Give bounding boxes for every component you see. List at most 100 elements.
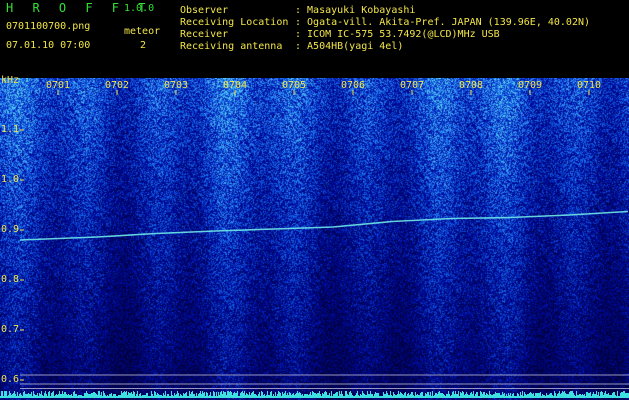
noise-floor-bar xyxy=(24,391,25,398)
x-tick-label: 0701 xyxy=(46,80,71,91)
noise-floor-bar xyxy=(320,394,321,398)
noise-floor-bar xyxy=(85,393,86,398)
noise-floor-bar xyxy=(507,396,508,398)
noise-floor-bar xyxy=(362,391,363,398)
noise-floor-bar xyxy=(315,393,316,398)
noise-floor-bar xyxy=(309,394,310,398)
noise-floor-bar xyxy=(383,392,384,398)
noise-floor-bar xyxy=(623,391,624,398)
noise-floor-bar xyxy=(508,393,509,398)
noise-floor-bar xyxy=(418,395,419,398)
noise-floor-bar xyxy=(306,394,307,398)
noise-floor-bar xyxy=(445,396,446,398)
noise-floor-bar xyxy=(59,391,60,398)
noise-floor-bar xyxy=(450,396,451,398)
noise-floor-bar xyxy=(395,395,396,398)
noise-floor-bar xyxy=(74,391,75,398)
noise-floor-bar xyxy=(100,395,101,398)
noise-floor-bar xyxy=(587,392,588,398)
noise-floor-bar xyxy=(167,394,168,398)
noise-floor-bar xyxy=(17,392,18,398)
noise-floor-bar xyxy=(509,395,510,398)
noise-floor-bar xyxy=(390,391,391,398)
noise-floor-bar xyxy=(421,392,422,398)
noise-floor-bar xyxy=(317,393,318,398)
noise-floor-bar xyxy=(427,392,428,398)
noise-floor-bar xyxy=(489,391,490,398)
noise-floor-bar xyxy=(359,396,360,398)
noise-floor-bar xyxy=(190,394,191,398)
noise-floor-bar xyxy=(112,396,113,398)
noise-floor-bar xyxy=(202,391,203,398)
noise-floor-bar xyxy=(29,394,30,398)
noise-floor-bar xyxy=(255,394,256,398)
noise-floor-bar xyxy=(293,393,294,398)
noise-floor-bar xyxy=(498,393,499,398)
noise-floor-bar xyxy=(465,394,466,398)
noise-floor-bar xyxy=(211,396,212,398)
x-tick-label: 0707 xyxy=(400,80,425,91)
noise-floor-bar xyxy=(506,394,507,398)
noise-floor-bar xyxy=(555,393,556,398)
noise-floor-bar xyxy=(358,395,359,398)
noise-floor-bar xyxy=(350,391,351,398)
noise-floor-bar xyxy=(140,393,141,398)
noise-floor-bar xyxy=(379,396,380,398)
noise-floor-bar xyxy=(301,395,302,398)
noise-floor-bar xyxy=(466,392,467,398)
noise-floor-bar xyxy=(626,393,627,398)
noise-floor-bar xyxy=(503,394,504,398)
noise-floor-bar xyxy=(90,394,91,398)
noise-floor-bar xyxy=(204,392,205,398)
noise-floor-bar xyxy=(475,394,476,398)
noise-floor-bar xyxy=(550,393,551,398)
noise-floor-bar xyxy=(423,396,424,398)
noise-floor-bar xyxy=(502,392,503,398)
noise-floor-bar xyxy=(374,394,375,398)
noise-floor-bar xyxy=(5,391,6,398)
noise-floor-bar xyxy=(146,393,147,398)
noise-floor-bar xyxy=(63,394,64,398)
noise-floor-bar xyxy=(552,395,553,398)
noise-floor-bar xyxy=(172,395,173,398)
noise-floor-bar xyxy=(304,394,305,398)
noise-floor-bar xyxy=(618,396,619,398)
noise-floor-bar xyxy=(184,394,185,398)
noise-floor-bar xyxy=(86,391,87,398)
noise-floor-bar xyxy=(598,392,599,398)
noise-floor-bar xyxy=(474,396,475,398)
noise-floor-bar xyxy=(448,391,449,398)
noise-floor-bar xyxy=(215,396,216,398)
noise-floor-bar xyxy=(562,391,563,398)
noise-floor-bar xyxy=(53,391,54,398)
noise-floor-bar xyxy=(87,393,88,398)
noise-floor-bar xyxy=(7,396,8,398)
noise-floor-bar xyxy=(251,393,252,398)
noise-floor-bar xyxy=(609,395,610,398)
noise-floor-bar xyxy=(115,394,116,398)
y-tick-label: 0.6 xyxy=(1,374,20,385)
noise-floor-bar xyxy=(627,393,628,398)
noise-floor-bar xyxy=(462,391,463,398)
noise-floor-bar xyxy=(153,396,154,398)
noise-floor-bar xyxy=(482,394,483,398)
noise-floor-bar xyxy=(67,395,68,398)
noise-floor-bar xyxy=(349,392,350,398)
noise-floor-bar xyxy=(141,396,142,398)
noise-floor-bar xyxy=(273,394,274,398)
noise-floor-bar xyxy=(328,395,329,398)
noise-floor-bar xyxy=(182,396,183,398)
noise-floor-bar xyxy=(455,391,456,398)
noise-floor-bar xyxy=(79,395,80,398)
noise-floor-bar xyxy=(185,393,186,398)
noise-floor-bar xyxy=(307,394,308,398)
noise-floor-bar xyxy=(78,395,79,398)
noise-floor-bar xyxy=(288,395,289,398)
noise-floor-bar xyxy=(543,395,544,398)
noise-floor-bar xyxy=(116,396,117,398)
noise-floor-bar xyxy=(243,393,244,398)
noise-floor-bar xyxy=(414,396,415,398)
noise-floor-bar xyxy=(183,393,184,398)
noise-floor-bar xyxy=(9,391,10,398)
noise-floor-bar xyxy=(20,393,21,398)
